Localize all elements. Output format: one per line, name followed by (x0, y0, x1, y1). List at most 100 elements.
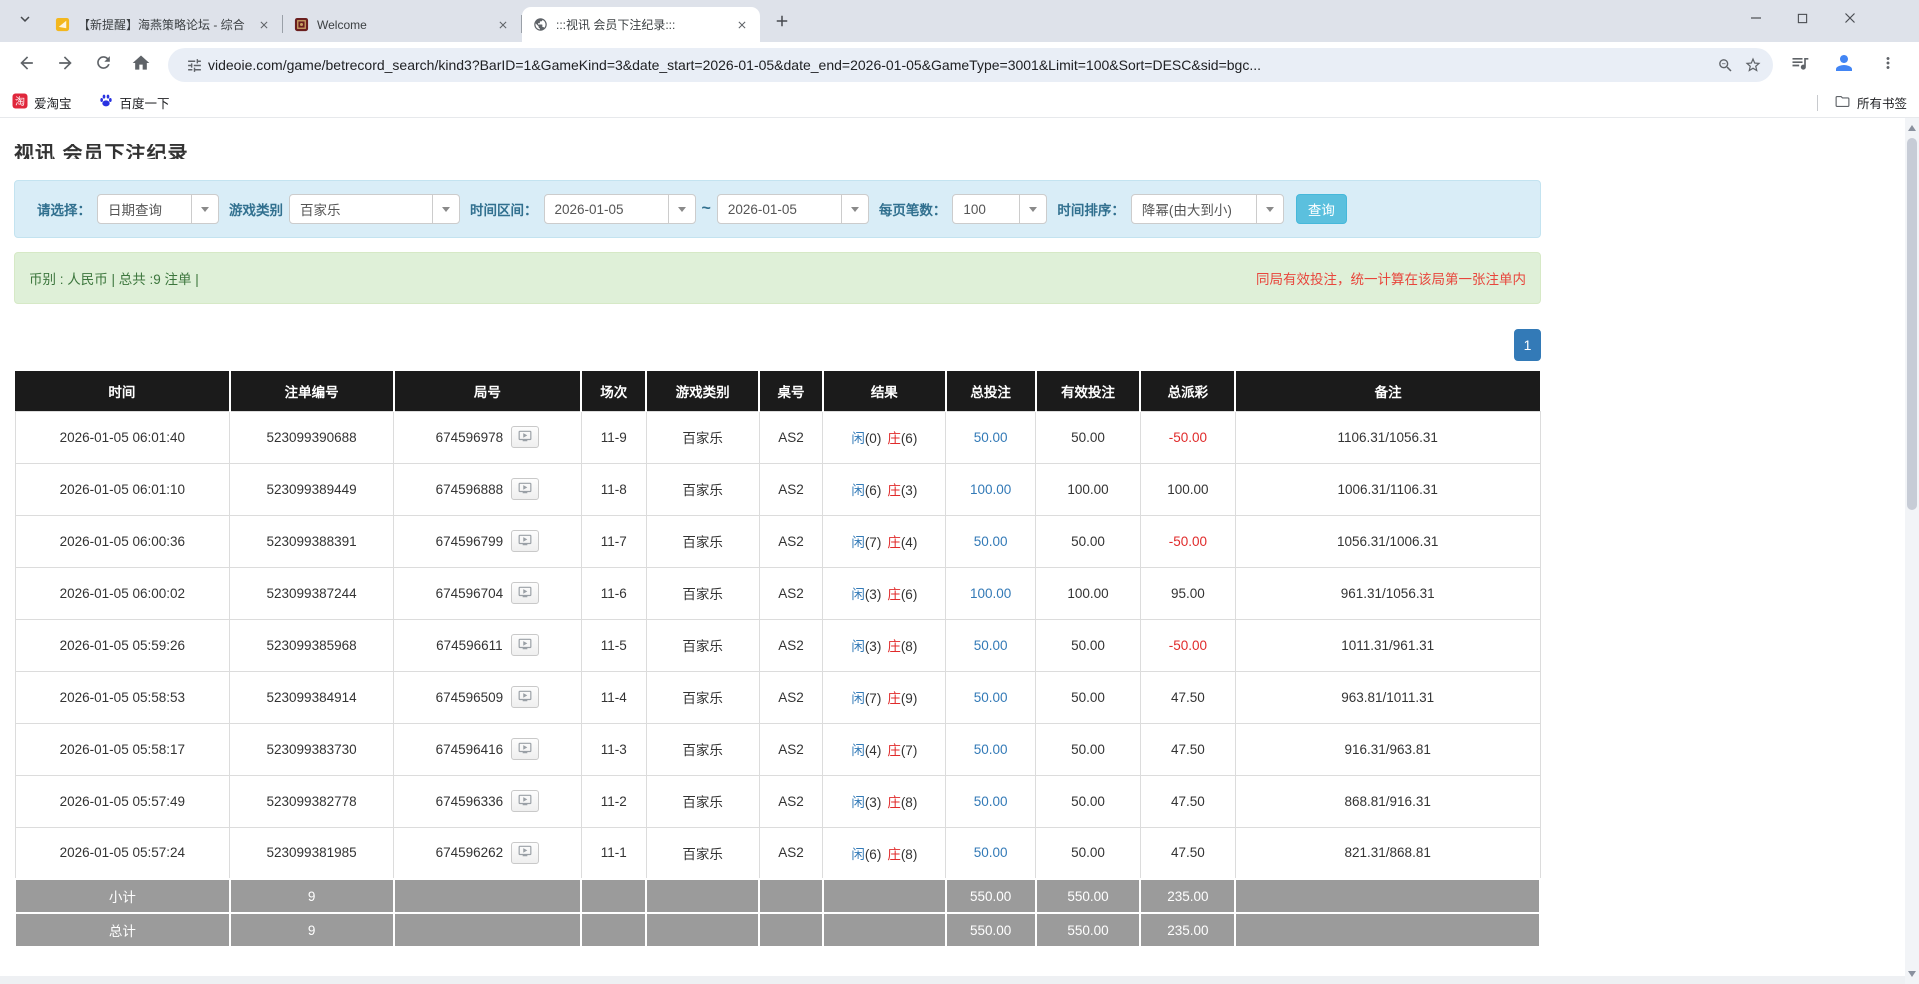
tab-bet-record[interactable]: :::视讯 会员下注纪录::: (522, 7, 760, 42)
table-row: 2026-01-05 06:01:10 523099389449 6745968… (15, 463, 1540, 515)
home-button[interactable] (124, 48, 158, 82)
cell-valid-bet: 50.00 (1036, 827, 1141, 879)
col-note: 备注 (1235, 371, 1540, 411)
tab-search-button[interactable] (10, 6, 40, 36)
video-icon (518, 429, 532, 446)
cell-result: 闲(6)庄(8) (823, 827, 946, 879)
url-text[interactable]: videoie.com/game/betrecord_search/kind3?… (208, 57, 1711, 73)
bookmark-baidu[interactable]: 百度一下 (98, 93, 170, 112)
cell-result: 闲(4)庄(7) (823, 723, 946, 775)
all-bookmarks[interactable]: 所有书签 (1817, 93, 1907, 113)
game-type-select[interactable]: 百家乐 (289, 194, 460, 224)
browser-toolbar: videoie.com/game/betrecord_search/kind3?… (0, 42, 1919, 88)
video-icon (518, 689, 532, 706)
sort-select[interactable]: 降幂(由大到小) (1131, 194, 1284, 224)
profile-button[interactable] (1827, 48, 1861, 82)
cell-round: 674596262 (394, 827, 582, 879)
replay-video-button[interactable] (511, 686, 539, 708)
warning-note: 同局有效投注，统一计算在该局第一张注单内 (1256, 268, 1526, 288)
cell-time: 2026-01-05 05:57:24 (15, 827, 230, 879)
cell-total-bet[interactable]: 50.00 (946, 411, 1036, 463)
cell-game: 百家乐 (646, 515, 759, 567)
replay-video-button[interactable] (511, 426, 539, 448)
date-end-select[interactable]: 2026-01-05 (717, 194, 869, 224)
scroll-down-arrow-icon[interactable] (1905, 966, 1919, 982)
per-page-select[interactable]: 100 (952, 194, 1047, 224)
cell-round: 674596611 (394, 619, 582, 671)
scroll-up-arrow-icon[interactable] (1905, 120, 1919, 136)
cell-total-bet[interactable]: 100.00 (946, 463, 1036, 515)
cell-total-bet[interactable]: 50.00 (946, 619, 1036, 671)
date-start-select[interactable]: 2026-01-05 (544, 194, 696, 224)
cell-result: 闲(3)庄(8) (823, 775, 946, 827)
maximize-button[interactable] (1779, 0, 1826, 36)
vertical-scrollbar[interactable] (1905, 118, 1919, 984)
cell-valid-bet: 50.00 (1036, 515, 1141, 567)
page-content: 视讯 会员下注纪录 请选择： 日期查询 游戏类别 百家乐 时间区间： 2026-… (0, 144, 1905, 948)
plus-icon (773, 12, 791, 35)
close-icon[interactable] (255, 16, 272, 33)
tab-forum[interactable]: 【新提醒】海燕策略论坛 - 综合 (44, 7, 282, 42)
subtotal-row: 小计 9 550.00 550.00 235.00 (15, 879, 1540, 913)
video-icon (518, 741, 532, 758)
cell-table: AS2 (759, 723, 823, 775)
replay-video-button[interactable] (511, 738, 539, 760)
replay-video-button[interactable] (511, 790, 539, 812)
site-settings-icon[interactable] (180, 51, 208, 79)
replay-video-button[interactable] (511, 478, 539, 500)
close-icon[interactable] (494, 16, 511, 33)
cell-total-bet[interactable]: 50.00 (946, 515, 1036, 567)
reload-button[interactable] (86, 48, 120, 82)
replay-video-button[interactable] (511, 582, 539, 604)
cell-bet-id: 523099382778 (230, 775, 394, 827)
cell-note: 961.31/1056.31 (1235, 567, 1540, 619)
forward-button[interactable] (48, 48, 82, 82)
cell-round: 674596416 (394, 723, 582, 775)
tab-welcome[interactable]: Welcome (283, 7, 521, 42)
back-button[interactable] (10, 48, 44, 82)
col-bet-id: 注单编号 (230, 371, 394, 411)
page-1-button[interactable]: 1 (1514, 329, 1541, 361)
menu-button[interactable] (1871, 48, 1905, 82)
cell-note: 963.81/1011.31 (1235, 671, 1540, 723)
query-type-select[interactable]: 日期查询 (97, 194, 219, 224)
cell-total-bet[interactable]: 50.00 (946, 723, 1036, 775)
cell-payout: 47.50 (1140, 775, 1235, 827)
per-page-label: 每页笔数： (879, 199, 947, 219)
cell-total-bet[interactable]: 100.00 (946, 567, 1036, 619)
replay-video-button[interactable] (511, 842, 539, 864)
scrollbar-thumb[interactable] (1907, 138, 1917, 510)
cell-time: 2026-01-05 05:57:49 (15, 775, 230, 827)
cell-bet-id: 523099389449 (230, 463, 394, 515)
search-button[interactable]: 查询 (1296, 194, 1347, 224)
currency-summary: 币别 : 人民币 | 总共 :9 注单 | (29, 268, 199, 288)
bookmark-star-icon[interactable] (1739, 51, 1767, 79)
summary-bar: 币别 : 人民币 | 总共 :9 注单 | 同局有效投注，统一计算在该局第一张注… (14, 252, 1541, 304)
cell-session: 11-1 (581, 827, 646, 879)
cell-valid-bet: 50.00 (1036, 411, 1141, 463)
bookmark-taobao[interactable]: 淘 爱淘宝 (12, 93, 72, 112)
cell-total-bet[interactable]: 50.00 (946, 827, 1036, 879)
media-playlist-button[interactable] (1783, 48, 1817, 82)
chevron-down-icon (668, 195, 695, 223)
cell-payout: -50.00 (1140, 619, 1235, 671)
minimize-button[interactable] (1732, 0, 1779, 36)
cell-total-bet[interactable]: 50.00 (946, 775, 1036, 827)
url-bar[interactable]: videoie.com/game/betrecord_search/kind3?… (168, 48, 1773, 82)
total-count: 9 (230, 913, 394, 947)
cell-round: 674596799 (394, 515, 582, 567)
total-row: 总计 9 550.00 550.00 235.00 (15, 913, 1540, 947)
replay-video-button[interactable] (511, 530, 539, 552)
cell-game: 百家乐 (646, 411, 759, 463)
replay-video-button[interactable] (511, 634, 539, 656)
cell-payout: 100.00 (1140, 463, 1235, 515)
horizontal-scrollbar[interactable] (0, 976, 1919, 984)
close-icon[interactable] (733, 16, 750, 33)
tab-title: :::视讯 会员下注纪录::: (556, 16, 725, 33)
close-window-button[interactable] (1826, 0, 1873, 36)
zoom-out-icon[interactable] (1711, 51, 1739, 79)
page-title: 视讯 会员下注纪录 (14, 144, 1905, 159)
cell-total-bet[interactable]: 50.00 (946, 671, 1036, 723)
new-tab-button[interactable] (768, 9, 796, 37)
folder-icon (1834, 93, 1851, 113)
